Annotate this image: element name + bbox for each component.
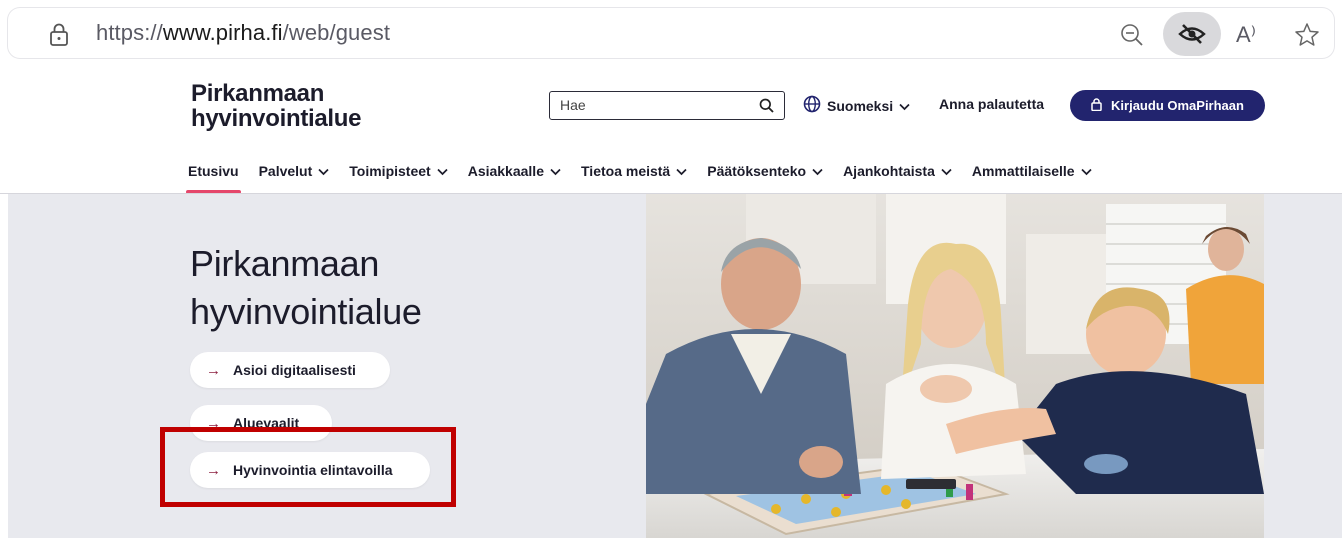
hero-right-background [1264,194,1342,538]
hero-link-label: Asioi digitaalisesti [233,362,356,378]
nav-item-etusivu[interactable]: Etusivu [186,163,241,194]
nav-item-tietoa-meista[interactable]: Tietoa meistä [581,163,687,179]
nav-item-ajankohtaista[interactable]: Ajankohtaista [843,163,952,179]
nav-item-paatoksenteko[interactable]: Päätöksenteko [707,163,823,179]
url-prefix: https:// [96,20,163,45]
star-icon[interactable] [1290,18,1324,52]
site-logo[interactable]: Pirkanmaan hyvinvointialue [191,80,362,132]
eye-slash-icon[interactable] [1163,12,1221,56]
chevron-down-icon [941,163,952,179]
nav-item-asiakkaalle[interactable]: Asiakkaalle [468,163,561,179]
nav-item-label: Asiakkaalle [467,163,544,179]
nav-item-label: Tietoa meistä [581,163,671,179]
hero-title: Pirkanmaan hyvinvointialue [190,240,422,336]
browser-address-bar: https://www.pirha.fi/web/guest A⁾ [8,8,1334,58]
hero-link-asioi-digitaalisesti[interactable]: → Asioi digitaalisesti [190,352,390,388]
hero-title-line-2: hyvinvointialue [190,291,422,332]
hero-title-line-1: Pirkanmaan [190,243,380,284]
login-button[interactable]: Kirjaudu OmaPirhaan [1070,90,1265,121]
read-aloud-icon[interactable]: A⁾ [1229,18,1263,52]
page: https://www.pirha.fi/web/guest A⁾ Pirkan… [0,0,1342,538]
nav-item-label: Ammattilaiselle [971,163,1075,179]
nav-item-label: Päätöksenteko [707,163,807,179]
chevron-down-icon [550,163,561,179]
chevron-down-icon [676,163,687,179]
chevron-down-icon [812,163,823,179]
logo-line-2: hyvinvointialue [191,105,362,132]
nav-item-palvelut[interactable]: Palvelut [259,163,330,179]
language-selector[interactable]: Suomeksi [803,95,910,116]
lock-icon [1091,97,1102,114]
login-label: Kirjaudu OmaPirhaan [1111,98,1244,113]
nav-item-toimipisteet[interactable]: Toimipisteet [349,163,448,179]
zoom-out-icon[interactable] [1115,18,1149,52]
url-field[interactable]: https://www.pirha.fi/web/guest [96,20,390,46]
feedback-link[interactable]: Anna palautetta [939,96,1044,112]
arrow-right-icon: → [206,361,221,379]
lock-icon[interactable] [48,23,70,47]
search-input[interactable] [560,97,750,113]
nav-item-label: Toimipisteet [349,163,431,179]
nav-item-ammattilaiselle[interactable]: Ammattilaiselle [972,163,1092,179]
hero-photo [646,194,1264,538]
chevron-down-icon [1080,163,1092,179]
chevron-down-icon [899,98,910,114]
url-path: /web/guest [282,20,391,45]
nav-item-label: Palvelut [258,163,313,179]
search-box [549,91,785,120]
globe-icon [803,95,821,116]
nav-item-label: Etusivu [188,163,239,179]
nav-item-label: Ajankohtaista [843,163,935,179]
url-host: www.pirha.fi [162,20,283,45]
search-icon[interactable] [759,98,774,118]
chevron-down-icon [318,163,329,179]
language-label: Suomeksi [827,97,894,114]
chevron-down-icon [437,163,448,179]
hero-photo-illustration [646,194,1264,538]
logo-line-1: Pirkanmaan [191,80,325,107]
main-nav: Etusivu Palvelut Toimipisteet Asiakkaall… [186,163,1092,194]
highlight-box [160,427,456,507]
